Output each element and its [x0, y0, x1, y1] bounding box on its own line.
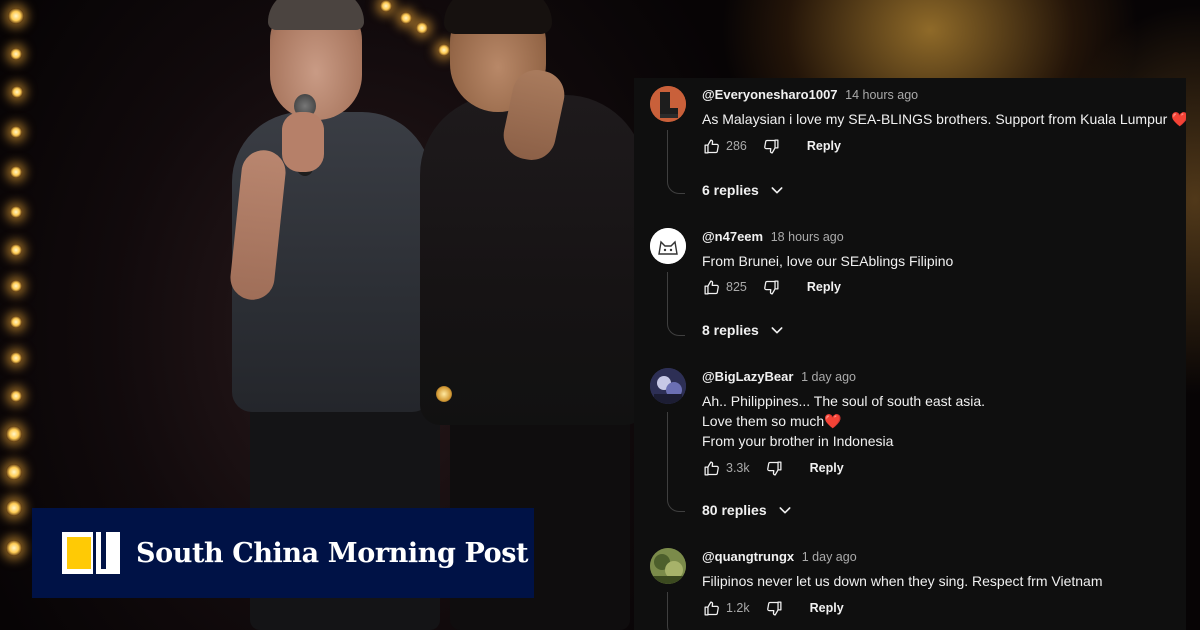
comment-time[interactable]: 14 hours ago	[845, 88, 918, 102]
reply-button[interactable]: Reply	[807, 280, 841, 294]
stage-bulb	[6, 540, 22, 556]
thread-line	[667, 412, 685, 512]
comment-line: From your brother in Indonesia	[702, 433, 894, 449]
comment-time[interactable]: 18 hours ago	[771, 230, 844, 244]
thumbs-down-icon[interactable]	[763, 137, 781, 155]
stage-bulb	[10, 390, 22, 402]
brand-name: South China Morning Post	[136, 537, 529, 569]
avatar[interactable]	[650, 228, 686, 264]
scmp-logo-icon	[62, 532, 120, 574]
like-count: 286	[726, 139, 747, 153]
stage-bulb	[8, 8, 24, 24]
view-replies-button[interactable]: 6 replies	[702, 182, 785, 198]
comment-text: As Malaysian i love my SEA-BLINGS brothe…	[702, 109, 1186, 129]
stage-bulb	[10, 280, 22, 292]
replies-count: 80 replies	[702, 502, 767, 518]
stage-bulb	[10, 316, 22, 328]
comment-line: Love them so much	[702, 413, 825, 429]
thumbs-up-icon[interactable]	[702, 137, 720, 155]
landscape-avatar-icon	[650, 548, 686, 584]
view-replies-button[interactable]: 80 replies	[702, 502, 793, 518]
comment-text: Ah.. Philippines... The soul of south ea…	[702, 391, 985, 451]
stage-bulb	[11, 86, 23, 98]
stage-bulb	[416, 22, 428, 34]
replies-count: 8 replies	[702, 322, 759, 338]
comment-actions: 286 Reply	[702, 134, 841, 158]
heart-emoji-icon: ❤️	[1171, 111, 1186, 127]
comment-line: As Malaysian i love my SEA-BLINGS brothe…	[702, 111, 1168, 127]
comment-time[interactable]: 1 day ago	[802, 550, 857, 564]
like-count: 1.2k	[726, 601, 750, 615]
stage-bulb	[10, 126, 22, 138]
reply-button[interactable]: Reply	[807, 139, 841, 153]
thumbs-down-icon[interactable]	[766, 459, 784, 477]
cat-sketch-avatar-icon	[650, 228, 686, 264]
comment-item: @quangtrungx 1 day ago Filipinos never l…	[634, 540, 1186, 630]
comment-author[interactable]: @Everyonesharo1007	[702, 87, 838, 102]
thumbs-down-icon[interactable]	[766, 599, 784, 617]
comment-actions: 3.3k Reply	[702, 456, 844, 480]
chevron-down-icon	[777, 502, 793, 518]
stage-bulb	[400, 12, 412, 24]
comment-author[interactable]: @quangtrungx	[702, 549, 794, 564]
photo-avatar-icon	[650, 368, 686, 404]
dark-boot-avatar-icon	[650, 86, 686, 122]
chevron-down-icon	[769, 322, 785, 338]
stage-light-glow	[436, 386, 452, 402]
stage-bulb	[6, 464, 22, 480]
reply-button[interactable]: Reply	[810, 601, 844, 615]
like-count: 825	[726, 280, 747, 294]
comment-header: @n47eem 18 hours ago	[702, 229, 844, 244]
comment-header: @BigLazyBear 1 day ago	[702, 369, 856, 384]
stage-bulb	[10, 166, 22, 178]
thumbs-up-icon[interactable]	[702, 599, 720, 617]
person-right-hair	[444, 0, 552, 34]
thumbs-up-icon[interactable]	[702, 459, 720, 477]
thumbs-down-icon[interactable]	[763, 278, 781, 296]
stage-bulb	[6, 426, 22, 442]
thumbs-up-icon[interactable]	[702, 278, 720, 296]
comment-item: @n47eem 18 hours ago From Brunei, love o…	[634, 220, 1186, 360]
thread-line	[667, 592, 685, 630]
comment-item: @BigLazyBear 1 day ago Ah.. Philippines.…	[634, 360, 1186, 540]
thread-line	[667, 272, 685, 336]
person-left-hair	[268, 0, 364, 30]
chevron-down-icon	[769, 182, 785, 198]
stage-bulb	[6, 500, 22, 516]
comment-line: Ah.. Philippines... The soul of south ea…	[702, 393, 986, 409]
comment-header: @quangtrungx 1 day ago	[702, 549, 857, 564]
comment-text: From Brunei, love our SEAblings Filipino	[702, 251, 953, 271]
stage-bulb	[10, 244, 22, 256]
comment-text: Filipinos never let us down when they si…	[702, 571, 1103, 591]
person-left-hand	[282, 112, 324, 172]
comment-header: @Everyonesharo1007 14 hours ago	[702, 87, 918, 102]
stage-bulb	[10, 206, 22, 218]
comment-actions: 1.2k Reply	[702, 596, 844, 620]
stage-light-strip	[0, 0, 450, 630]
comment-line: Filipinos never let us down when they si…	[702, 573, 1103, 589]
comment-author[interactable]: @BigLazyBear	[702, 369, 793, 384]
avatar[interactable]	[650, 548, 686, 584]
comments-panel: @Everyonesharo1007 14 hours ago As Malay…	[634, 78, 1186, 630]
avatar[interactable]	[650, 86, 686, 122]
stage-bulb	[10, 352, 22, 364]
reply-button[interactable]: Reply	[810, 461, 844, 475]
comment-time[interactable]: 1 day ago	[801, 370, 856, 384]
comment-actions: 825 Reply	[702, 275, 841, 299]
comment-line: From Brunei, love our SEAblings Filipino	[702, 253, 954, 269]
comment-author[interactable]: @n47eem	[702, 229, 763, 244]
thread-line	[667, 130, 685, 194]
stage-bulb	[438, 44, 450, 56]
avatar[interactable]	[650, 368, 686, 404]
view-replies-button[interactable]: 8 replies	[702, 322, 785, 338]
comment-item: @Everyonesharo1007 14 hours ago As Malay…	[634, 78, 1186, 218]
heart-emoji-icon: ❤️	[824, 413, 842, 429]
replies-count: 6 replies	[702, 182, 759, 198]
stage-bulb	[380, 0, 392, 12]
scmp-logo-banner: South China Morning Post	[32, 508, 534, 598]
like-count: 3.3k	[726, 461, 750, 475]
stage-bulb	[10, 48, 22, 60]
